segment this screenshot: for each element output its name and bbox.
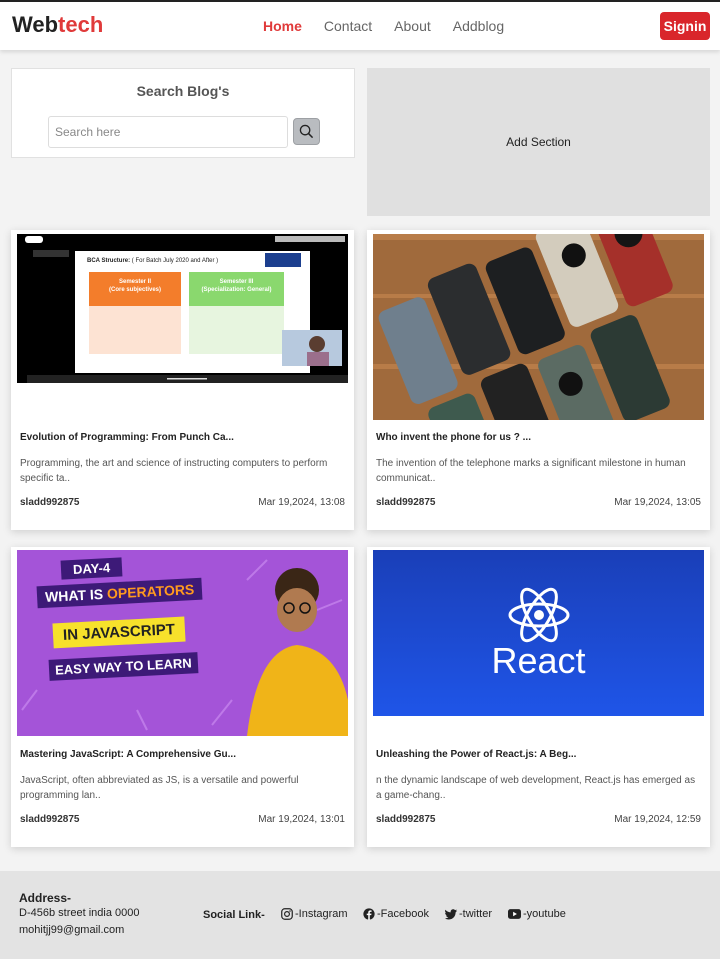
sem3-label: Semester III bbox=[219, 279, 254, 285]
post-date: Mar 19,2024, 13:01 bbox=[258, 814, 345, 825]
blog-thumbnail-lecture: BCA Structure: ( For Batch July 2020 and… bbox=[17, 234, 348, 383]
email-link[interactable]: mohitjj99@gmail.com bbox=[19, 924, 124, 936]
youtube-label: -youtube bbox=[523, 908, 566, 920]
brand-logo[interactable]: Webtech bbox=[12, 12, 103, 38]
search-icon bbox=[299, 124, 314, 139]
post-title[interactable]: Who invent the phone for us ? ... bbox=[376, 432, 701, 443]
twitter-label: -twitter bbox=[459, 908, 492, 920]
lecture-header-text: BCA Structure: ( For Batch July 2020 and… bbox=[87, 258, 218, 264]
nav-about[interactable]: About bbox=[394, 18, 431, 34]
social-label: Social Link- bbox=[203, 909, 265, 921]
post-title[interactable]: Evolution of Programming: From Punch Ca.… bbox=[20, 432, 345, 443]
sem3-sub: (Specialization: General) bbox=[201, 287, 272, 293]
post-author: sladd992875 bbox=[20, 814, 80, 825]
nav-addblog[interactable]: Addblog bbox=[453, 18, 504, 34]
lecture-sem3: Semester III (Specialization: General) bbox=[189, 278, 284, 294]
brand-part-1: Web bbox=[12, 12, 59, 37]
blog-thumbnail-js: DAY-4 WHAT IS OPERATORS IN JAVASCRIPT EA… bbox=[17, 550, 348, 736]
brand-part-2: tech bbox=[58, 12, 104, 37]
search-button[interactable] bbox=[293, 118, 320, 145]
post-date: Mar 19,2024, 13:05 bbox=[614, 497, 701, 508]
blog-card[interactable]: DAY-4 WHAT IS OPERATORS IN JAVASCRIPT EA… bbox=[11, 547, 354, 847]
post-author: sladd992875 bbox=[20, 497, 80, 508]
add-section: Add Section bbox=[367, 68, 710, 216]
nav-home[interactable]: Home bbox=[263, 18, 302, 34]
instagram-label: -Instagram bbox=[295, 908, 348, 920]
blog-card[interactable]: Who invent the phone for us ? ... The in… bbox=[367, 230, 710, 530]
address-line: D-456b street india 0000 bbox=[19, 907, 140, 919]
post-description: The invention of the telephone marks a s… bbox=[376, 458, 686, 484]
facebook-link[interactable]: -Facebook bbox=[363, 908, 429, 920]
signin-button[interactable]: Signin bbox=[660, 12, 710, 40]
blog-card[interactable]: BCA Structure: ( For Batch July 2020 and… bbox=[11, 230, 354, 530]
js-line-1a: WHAT IS bbox=[44, 585, 108, 605]
js-day-tag: DAY-4 bbox=[60, 557, 123, 580]
search-card: Search Blog's bbox=[11, 68, 355, 158]
instagram-link[interactable]: -Instagram bbox=[281, 908, 348, 920]
youtube-link[interactable]: -youtube bbox=[508, 908, 566, 920]
post-description: n the dynamic landscape of web developme… bbox=[376, 775, 696, 801]
lecture-header-sub: ( For Batch July 2020 and After ) bbox=[131, 258, 219, 264]
search-input[interactable] bbox=[48, 116, 288, 148]
nav-contact[interactable]: Contact bbox=[324, 18, 372, 34]
youtube-icon bbox=[508, 909, 521, 919]
phones-photo-image bbox=[373, 234, 704, 420]
address-label: Address- bbox=[19, 891, 72, 905]
twitter-link[interactable]: -twitter bbox=[445, 908, 492, 920]
twitter-icon bbox=[445, 908, 457, 919]
post-title[interactable]: Mastering JavaScript: A Comprehensive Gu… bbox=[20, 749, 345, 760]
post-date: Mar 19,2024, 12:59 bbox=[614, 814, 701, 825]
react-word: React bbox=[491, 640, 586, 681]
post-title[interactable]: Unleashing the Power of React.js: A Beg.… bbox=[376, 749, 701, 760]
post-description: JavaScript, often abbreviated as JS, is … bbox=[20, 775, 299, 801]
js-line-1b: OPERATORS bbox=[106, 581, 195, 602]
instagram-icon bbox=[281, 908, 293, 920]
search-title: Search Blog's bbox=[136, 83, 230, 99]
react-logo-image bbox=[508, 587, 570, 643]
post-author: sladd992875 bbox=[376, 814, 436, 825]
lecture-header: BCA Structure: bbox=[87, 258, 131, 264]
sem2-sub: (Core subjectives) bbox=[108, 287, 162, 293]
facebook-icon bbox=[363, 908, 375, 920]
lecture-sem2: Semester II (Core subjectives) bbox=[89, 278, 181, 294]
post-author: sladd992875 bbox=[376, 497, 436, 508]
footer: Address- D-456b street india 0000 mohitj… bbox=[0, 871, 720, 959]
navbar: Webtech Home Contact About Addblog Signi… bbox=[0, 0, 720, 50]
facebook-label: -Facebook bbox=[377, 908, 429, 920]
post-date: Mar 19,2024, 13:08 bbox=[258, 497, 345, 508]
lecture-screenshot-image bbox=[17, 234, 348, 383]
blog-card[interactable]: React Unleashing the Power of React.js: … bbox=[367, 547, 710, 847]
sem2-label: Semester II bbox=[118, 279, 152, 285]
blog-thumbnail-phones bbox=[373, 234, 704, 420]
nav-links: Home Contact About Addblog bbox=[263, 18, 526, 34]
blog-thumbnail-react: React bbox=[373, 550, 704, 716]
post-description: Programming, the art and science of inst… bbox=[20, 458, 328, 484]
